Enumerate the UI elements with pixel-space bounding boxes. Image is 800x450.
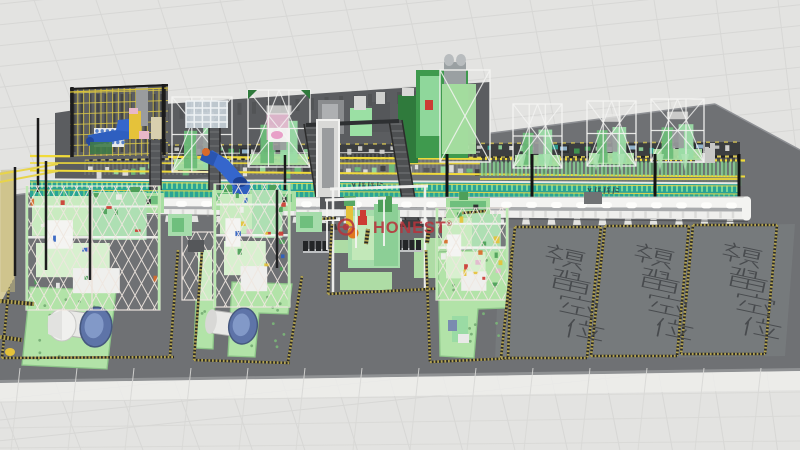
- svg-text:HONEST®: HONEST®: [373, 219, 453, 237]
